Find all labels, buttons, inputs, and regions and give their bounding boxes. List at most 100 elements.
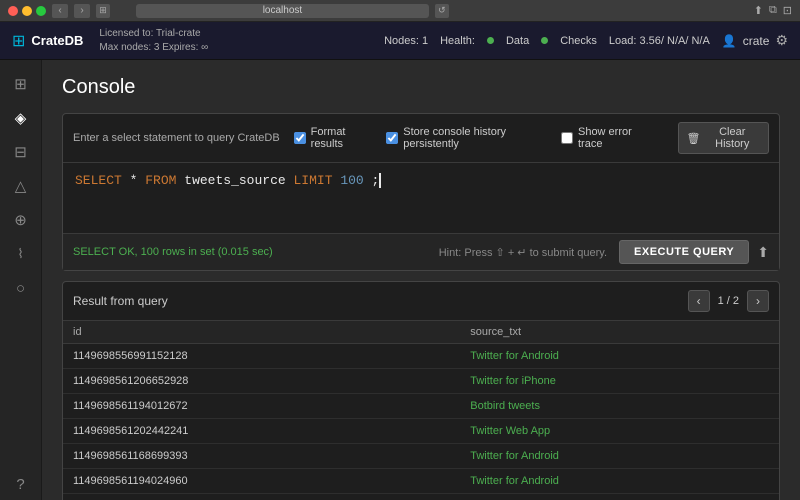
sidebar-item-cluster[interactable]: ⊕ [4, 204, 38, 236]
sidebar: ⊞ ◈ ⊟ △ ⊕ ⌇ ○ ? [0, 60, 42, 500]
prev-page-button[interactable]: ‹ [688, 290, 710, 312]
cell-source: Twitter for Android [460, 344, 779, 369]
sql-star: * [130, 173, 146, 188]
cell-source: Twitter for iPhone [460, 369, 779, 394]
table-row: 1149698561168699393Twitter for Android [63, 444, 779, 469]
content-area: Console Enter a select statement to quer… [42, 60, 800, 500]
sql-semicolon: ; [372, 173, 382, 188]
logo-text: CrateDB [31, 33, 83, 48]
cell-id: 1149698561206652928 [63, 369, 460, 394]
data-dot [487, 35, 494, 47]
table-row: 1149698561206648648Twitter for iPhone [63, 494, 779, 500]
show-error-input[interactable] [561, 132, 573, 144]
cell-source: Twitter Web App [460, 419, 779, 444]
load-stat: Load: 3.56/ N/A/ N/A [609, 35, 710, 47]
share-icon[interactable]: ⬆ [757, 244, 769, 261]
console-panel: Enter a select statement to query CrateD… [62, 113, 780, 271]
clear-history-button[interactable]: 🗑 Clear History [678, 122, 769, 154]
address-bar[interactable]: localhost [136, 4, 429, 18]
sql-table: tweets_source [184, 173, 293, 188]
store-history-input[interactable] [386, 132, 398, 144]
results-panel: Result from query ‹ 1 / 2 › id source_tx… [62, 281, 780, 500]
console-toolbar: Enter a select statement to query CrateD… [63, 114, 779, 163]
show-error-checkbox[interactable]: Show error trace [561, 126, 650, 150]
forward-button[interactable]: › [74, 4, 90, 18]
close-button[interactable] [8, 6, 18, 16]
results-header: Result from query ‹ 1 / 2 › [63, 282, 779, 321]
pagination: ‹ 1 / 2 › [688, 290, 769, 312]
table-row: 1149698561194024960Twitter for Android [63, 469, 779, 494]
logo-icon: ⊞ [12, 31, 25, 51]
logo: ⊞ CrateDB [12, 31, 83, 51]
clear-history-label: Clear History [705, 126, 760, 150]
show-error-label: Show error trace [578, 126, 650, 150]
col-header-id: id [63, 321, 460, 344]
cell-source: Twitter for iPhone [460, 494, 779, 500]
format-results-checkbox[interactable]: Format results [294, 126, 373, 150]
sidebar-item-sharding[interactable]: △ [4, 170, 38, 202]
checks-dot [541, 35, 548, 47]
format-results-input[interactable] [294, 132, 306, 144]
store-history-label: Store console history persistently [403, 126, 547, 150]
query-editor[interactable]: SELECT * FROM tweets_source LIMIT 100 ; [63, 163, 779, 233]
table-row: 1149698561194012672Botbird tweets [63, 394, 779, 419]
view-toggle[interactable]: ⊞ [96, 4, 110, 18]
store-history-checkbox[interactable]: Store console history persistently [386, 126, 547, 150]
resize-icon[interactable]: ⊡ [783, 4, 792, 17]
maximize-button[interactable] [36, 6, 46, 16]
data-label: Data [506, 35, 529, 47]
upload-icon[interactable]: ⬆ [754, 4, 763, 17]
minimize-button[interactable] [22, 6, 32, 16]
license-line2: Max nodes: 3 Expires: ∞ [99, 41, 208, 55]
health-label: Health: [440, 35, 475, 47]
cell-source: Twitter for Android [460, 444, 779, 469]
sidebar-item-users[interactable]: ○ [4, 272, 38, 304]
traffic-lights [8, 6, 46, 16]
cell-id: 1149698561194024960 [63, 469, 460, 494]
sidebar-item-tables[interactable]: ⊟ [4, 136, 38, 168]
status-hint: Hint: Press ⇧ + ↵ to submit query. [439, 246, 607, 259]
sql-from: FROM [145, 173, 176, 188]
status-bar: SELECT OK, 100 rows in set (0.015 sec) H… [63, 233, 779, 270]
reload-button[interactable]: ↺ [435, 4, 449, 18]
address-text: localhost [263, 5, 302, 16]
checks-label: Checks [560, 35, 597, 47]
nodes-stat: Nodes: 1 [384, 35, 428, 47]
settings-icon[interactable]: ⚙ [775, 32, 788, 49]
sidebar-item-dashboard[interactable]: ⊞ [4, 68, 38, 100]
window-icon[interactable]: ⧉ [769, 4, 777, 17]
execute-query-button[interactable]: EXECUTE QUERY [619, 240, 749, 264]
page-title: Console [62, 76, 780, 99]
appbar-stats: Nodes: 1 Health: Data Checks Load: 3.56/… [384, 35, 710, 47]
results-title: Result from query [73, 294, 168, 308]
table-body: 1149698556991152128Twitter for Android11… [63, 344, 779, 500]
sql-num: 100 [340, 173, 363, 188]
appbar: ⊞ CrateDB Licensed to: Trial-crate Max n… [0, 22, 800, 60]
appbar-user: 👤 crate ⚙ [722, 32, 788, 49]
spacer [116, 4, 130, 18]
sidebar-item-console[interactable]: ◈ [4, 102, 38, 134]
table-row: 1149698556991152128Twitter for Android [63, 344, 779, 369]
cell-source: Twitter for Android [460, 469, 779, 494]
results-table: id source_txt 1149698556991152128Twitter… [63, 321, 779, 500]
titlebar-actions: ⬆ ⧉ ⊡ [754, 4, 792, 17]
cell-id: 1149698561168699393 [63, 444, 460, 469]
table-row: 1149698561202442241Twitter Web App [63, 419, 779, 444]
cell-id: 1149698556991152128 [63, 344, 460, 369]
cell-source: Botbird tweets [460, 394, 779, 419]
sql-limit: LIMIT [293, 173, 332, 188]
license-info: Licensed to: Trial-crate Max nodes: 3 Ex… [99, 27, 208, 55]
back-button[interactable]: ‹ [52, 4, 68, 18]
user-icon: 👤 [722, 34, 737, 48]
table-row: 1149698561206652928Twitter for iPhone [63, 369, 779, 394]
sql-select: SELECT [75, 173, 122, 188]
results-container: id source_txt 1149698556991152128Twitter… [63, 321, 779, 500]
sidebar-item-help[interactable]: ? [4, 468, 38, 500]
table-header: id source_txt [63, 321, 779, 344]
page-info: 1 / 2 [718, 295, 739, 307]
main-layout: ⊞ ◈ ⊟ △ ⊕ ⌇ ○ ? Console Enter a select s… [0, 60, 800, 500]
col-header-source: source_txt [460, 321, 779, 344]
sidebar-item-nodes[interactable]: ⌇ [4, 238, 38, 270]
titlebar: ‹ › ⊞ localhost ↺ ⬆ ⧉ ⊡ [0, 0, 800, 22]
next-page-button[interactable]: › [747, 290, 769, 312]
